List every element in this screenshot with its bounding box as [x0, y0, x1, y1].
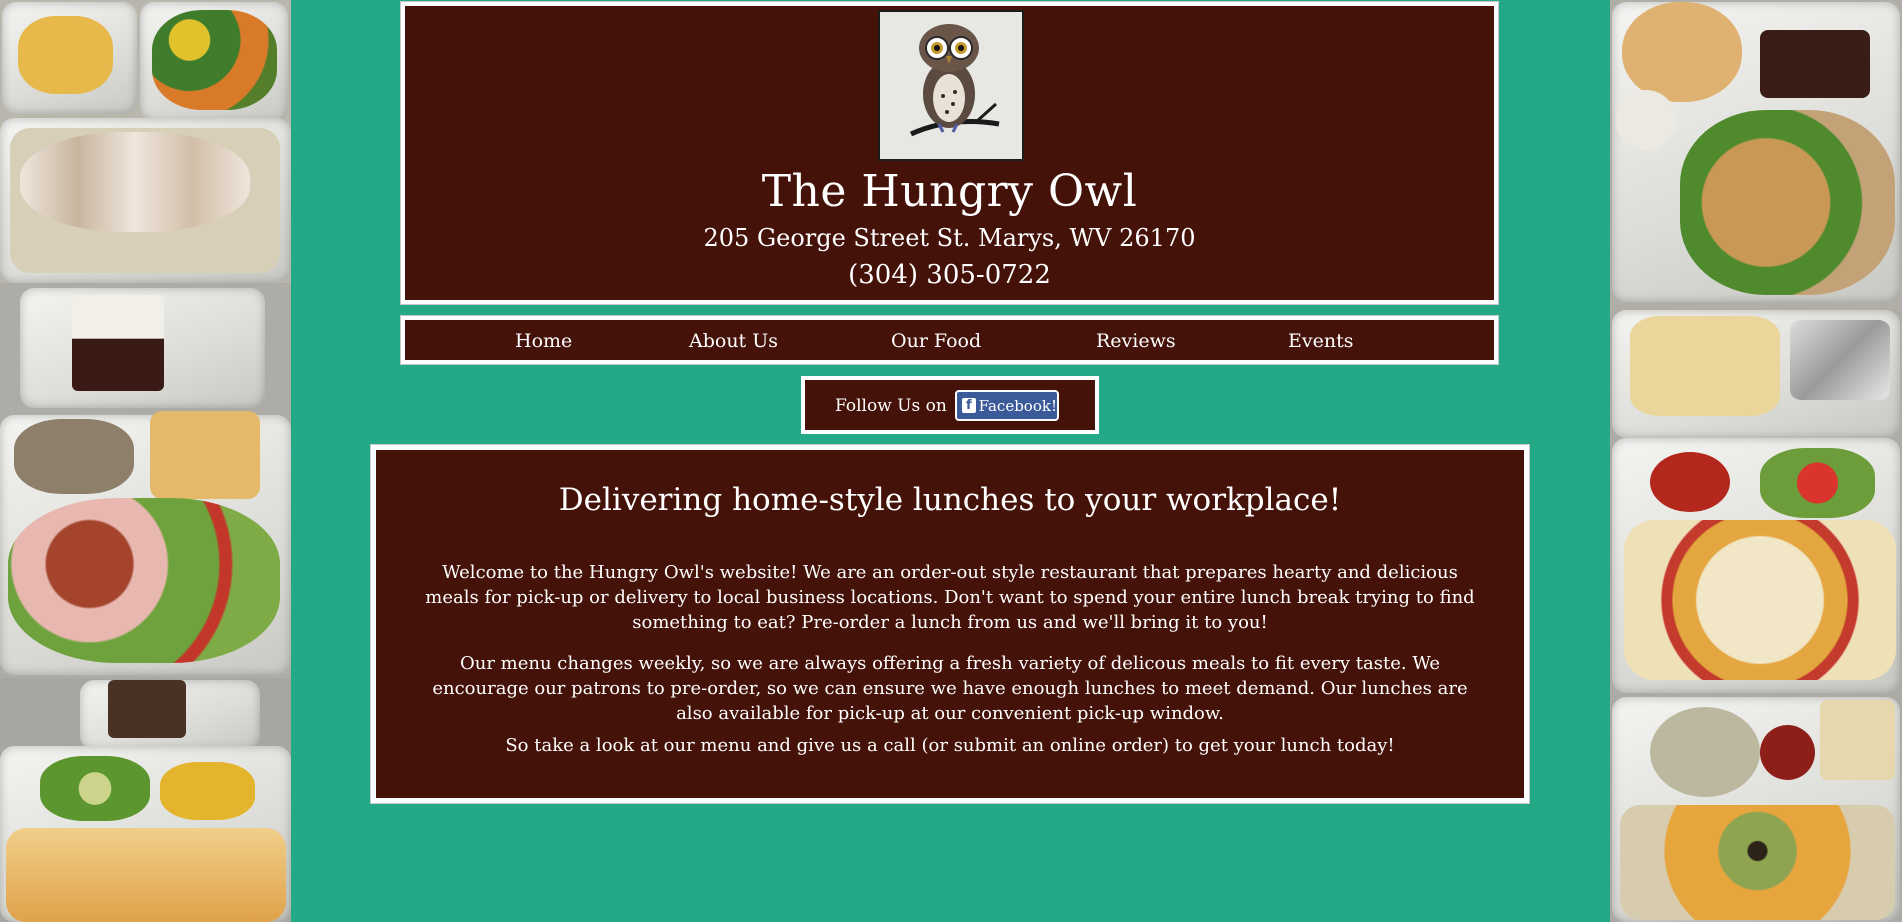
nav-reviews[interactable]: Reviews — [1096, 330, 1176, 352]
main-nav: Home About Us Our Food Reviews Events — [401, 316, 1498, 364]
owl-logo[interactable] — [878, 10, 1024, 161]
follow-label: Follow Us on — [835, 396, 947, 416]
food-photo-chicken-salad — [1610, 0, 1902, 310]
call-to-action-paragraph: So take a look at our menu and give us a… — [505, 735, 1395, 756]
nav-home[interactable]: Home — [515, 330, 572, 352]
intro-paragraph: Welcome to the Hungry Owl's website! We … — [425, 562, 1475, 633]
site-header: The Hungry Owl 205 George Street St. Mar… — [401, 2, 1498, 304]
social-follow-box: Follow Us on f Facebook! — [801, 376, 1099, 434]
food-photo-salad-quiche — [0, 283, 291, 678]
facebook-icon: f — [962, 398, 976, 413]
food-photo-avocado-plate — [1610, 695, 1902, 922]
food-photo-turkey-rice — [0, 0, 291, 283]
facebook-button[interactable]: f Facebook! — [955, 390, 1059, 421]
nav-about-us[interactable]: About Us — [689, 330, 778, 352]
left-food-photos — [0, 0, 291, 922]
site-phone: (304) 305-0722 — [848, 260, 1051, 290]
owl-drawing-icon — [909, 23, 1000, 136]
site-address: 205 George Street St. Marys, WV 26170 — [703, 224, 1196, 252]
main-content: Delivering home-style lunches to your wo… — [371, 445, 1529, 803]
right-food-photos — [1610, 0, 1902, 922]
nav-events[interactable]: Events — [1288, 330, 1353, 352]
site-title: The Hungry Owl — [761, 166, 1138, 217]
page-heading: Delivering home-style lunches to your wo… — [558, 482, 1342, 518]
food-photo-taco-bowl — [0, 678, 291, 922]
menu-paragraph: Our menu changes weekly, so we are alway… — [432, 653, 1468, 724]
food-photo-pasta-chips — [1610, 310, 1902, 695]
facebook-label: Facebook! — [978, 396, 1057, 415]
nav-our-food[interactable]: Our Food — [891, 330, 981, 352]
